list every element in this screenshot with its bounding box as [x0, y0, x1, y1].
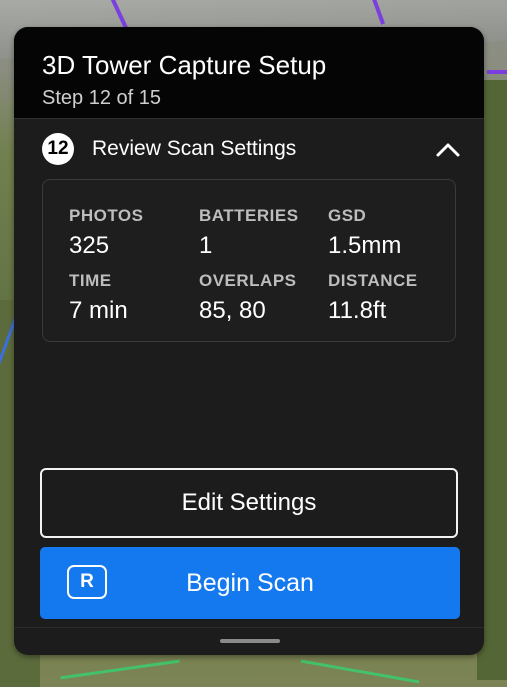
stat-value: 1 [199, 232, 213, 259]
stat-label: OVERLAPS [199, 271, 297, 290]
begin-scan-label: Begin Scan [186, 568, 314, 597]
map-path-line [60, 659, 180, 680]
section-title: Review Scan Settings [92, 137, 297, 160]
stat-overlaps: OVERLAPS 85, 80 [199, 271, 297, 325]
edit-settings-button[interactable]: Edit Settings [40, 468, 458, 538]
stat-label: PHOTOS [69, 206, 144, 225]
stat-label: BATTERIES [199, 206, 299, 225]
capture-setup-panel: 3D Tower Capture Setup Step 12 of 15 12 … [14, 27, 484, 655]
panel-header: 3D Tower Capture Setup Step 12 of 15 [14, 27, 484, 119]
footer-divider [14, 627, 484, 628]
stat-gsd: GSD 1.5mm [328, 206, 401, 260]
stat-value: 11.8ft [328, 297, 387, 324]
map-boundary-line [487, 70, 507, 74]
stat-value: 325 [69, 232, 110, 259]
stat-label: GSD [328, 206, 367, 225]
stat-value: 7 min [69, 297, 128, 324]
begin-scan-button[interactable]: R Begin Scan [40, 547, 460, 619]
stat-batteries: BATTERIES 1 [199, 206, 299, 260]
stat-value: 85, 80 [199, 297, 266, 324]
drag-handle[interactable] [220, 639, 280, 643]
chevron-up-icon[interactable] [434, 136, 462, 164]
stat-label: DISTANCE [328, 271, 418, 290]
stat-value: 1.5mm [328, 232, 402, 259]
step-number-badge: 12 [42, 133, 74, 165]
scan-settings-summary: PHOTOS 325 BATTERIES 1 GSD 1.5mm TIME 7 … [42, 179, 456, 342]
r-key-icon: R [67, 565, 107, 599]
map-path-line [300, 659, 420, 684]
stat-photos: PHOTOS 325 [69, 206, 143, 260]
stat-label: TIME [69, 271, 112, 290]
page-title: 3D Tower Capture Setup [42, 50, 327, 80]
review-section-header[interactable]: 12 Review Scan Settings [14, 119, 484, 179]
stat-time: TIME 7 min [69, 271, 128, 325]
stat-distance: DISTANCE 11.8ft [328, 271, 418, 325]
step-indicator: Step 12 of 15 [42, 87, 161, 109]
